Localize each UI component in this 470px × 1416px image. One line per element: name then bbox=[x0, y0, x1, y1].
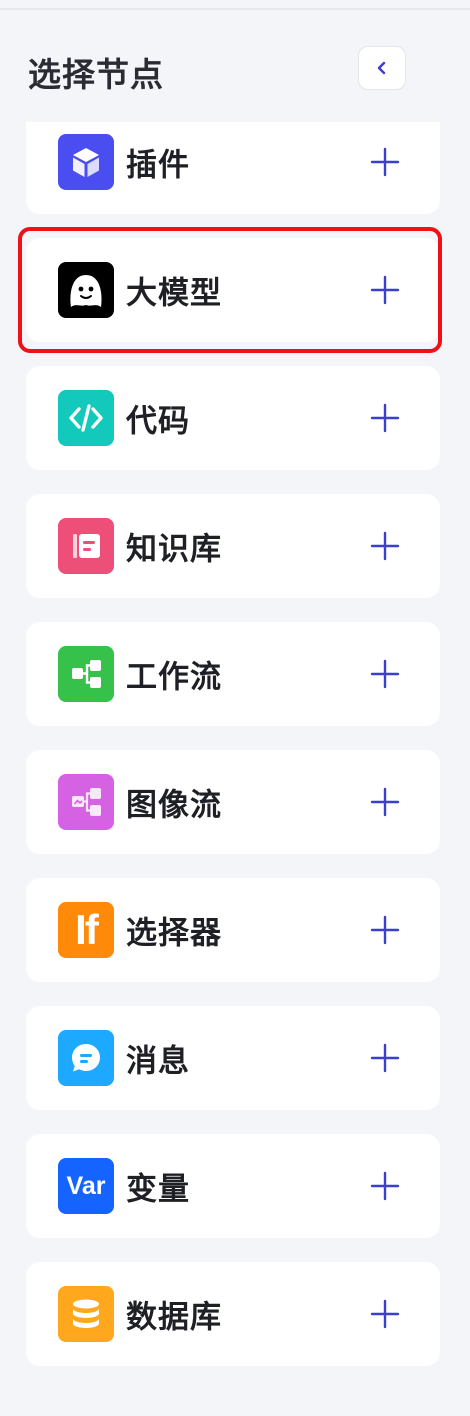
plus-icon[interactable] bbox=[370, 1171, 400, 1201]
imageflow-icon bbox=[58, 774, 114, 830]
node-item-selector[interactable]: If 选择器 bbox=[26, 878, 440, 982]
node-list: 插件 大模型 代码 知识库 工作流 图像流 If 选择器 消息 Var 变量 数… bbox=[0, 0, 470, 1416]
plus-icon[interactable] bbox=[370, 147, 400, 177]
node-label: 工作流 bbox=[126, 659, 222, 696]
plus-icon[interactable] bbox=[370, 915, 400, 945]
node-label: 知识库 bbox=[126, 531, 222, 568]
cube-icon bbox=[58, 134, 114, 190]
plus-icon[interactable] bbox=[370, 275, 400, 305]
node-label: 数据库 bbox=[126, 1299, 222, 1336]
node-label: 图像流 bbox=[126, 787, 222, 824]
knowledge-icon bbox=[58, 518, 114, 574]
node-item-workflow[interactable]: 工作流 bbox=[26, 622, 440, 726]
plus-icon[interactable] bbox=[370, 403, 400, 433]
node-label: 大模型 bbox=[126, 275, 222, 312]
node-item-message[interactable]: 消息 bbox=[26, 1006, 440, 1110]
plus-icon[interactable] bbox=[370, 659, 400, 689]
node-label: 变量 bbox=[126, 1171, 190, 1208]
node-label: 代码 bbox=[126, 403, 190, 440]
var-icon: Var bbox=[58, 1158, 114, 1214]
message-icon bbox=[58, 1030, 114, 1086]
workflow-icon bbox=[58, 646, 114, 702]
plus-icon[interactable] bbox=[370, 1043, 400, 1073]
node-item-variable[interactable]: Var 变量 bbox=[26, 1134, 440, 1238]
if-icon: If bbox=[58, 902, 114, 958]
node-label: 插件 bbox=[126, 147, 190, 184]
node-item-code[interactable]: 代码 bbox=[26, 366, 440, 470]
plus-icon[interactable] bbox=[370, 531, 400, 561]
node-item-imageflow[interactable]: 图像流 bbox=[26, 750, 440, 854]
code-icon bbox=[58, 390, 114, 446]
plus-icon[interactable] bbox=[370, 1299, 400, 1329]
node-label: 选择器 bbox=[126, 915, 222, 952]
node-item-llm[interactable]: 大模型 bbox=[26, 238, 440, 342]
node-label: 消息 bbox=[126, 1043, 190, 1080]
panel-header: 选择节点 bbox=[0, 10, 470, 122]
database-icon bbox=[58, 1286, 114, 1342]
node-item-knowledge[interactable]: 知识库 bbox=[26, 494, 440, 598]
node-item-plugin[interactable]: 插件 bbox=[26, 122, 440, 214]
collapse-button[interactable] bbox=[358, 46, 406, 90]
chevron-left-icon bbox=[377, 61, 386, 75]
panel-title: 选择节点 bbox=[28, 55, 164, 94]
llm-face-icon bbox=[58, 262, 114, 318]
plus-icon[interactable] bbox=[370, 787, 400, 817]
node-item-database[interactable]: 数据库 bbox=[26, 1262, 440, 1366]
